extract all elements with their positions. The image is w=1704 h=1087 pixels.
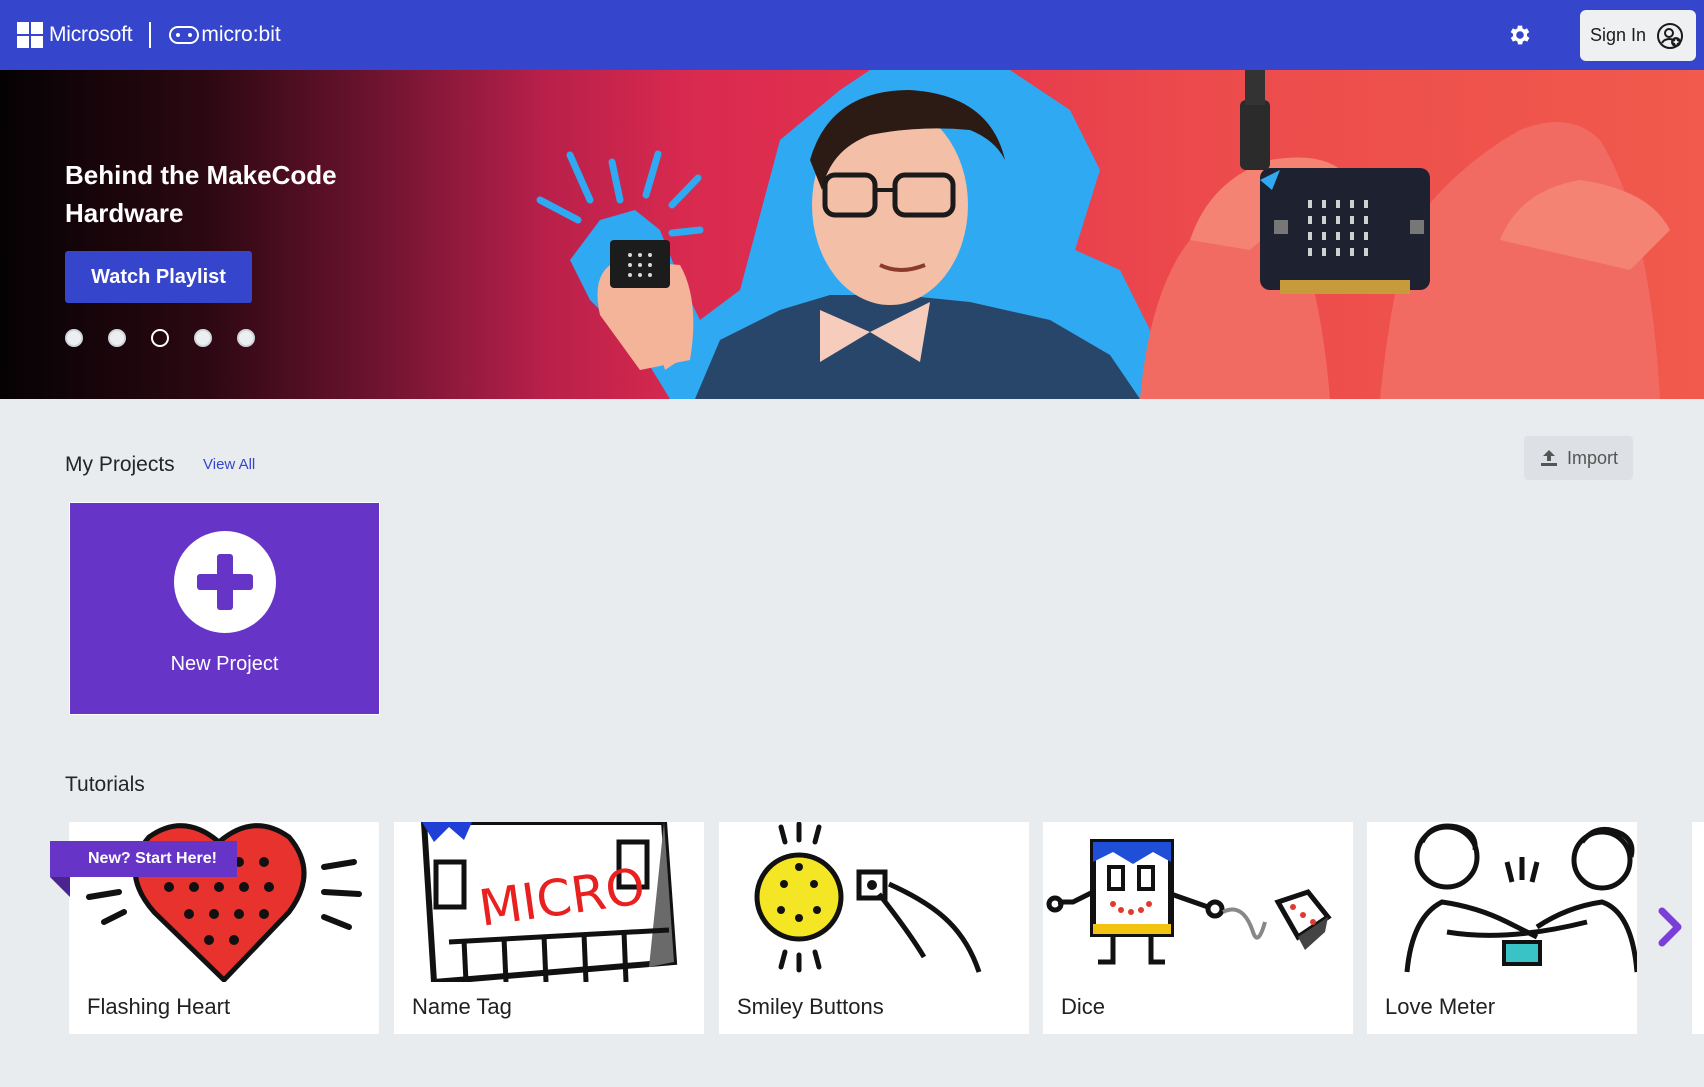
microbit-brand-text: micro:bit — [201, 23, 281, 46]
microsoft-logo[interactable]: Microsoft — [17, 22, 133, 48]
microbit-icon — [169, 26, 200, 44]
microsoft-windows-icon — [17, 22, 43, 48]
tutorial-card-dice[interactable]: Dice — [1043, 822, 1353, 1034]
view-all-link[interactable]: View All — [203, 456, 255, 473]
carousel-dot[interactable] — [108, 329, 126, 347]
tutorial-card-name-tag[interactable]: MICRO Name Tag — [394, 822, 704, 1034]
plus-icon — [196, 554, 253, 610]
settings-button[interactable] — [1505, 20, 1535, 50]
tutorial-name: Name Tag — [412, 994, 512, 1019]
sign-in-button[interactable]: Sign In — [1580, 10, 1696, 61]
new-project-card[interactable]: New Project — [69, 502, 380, 715]
microbit-logo[interactable]: micro:bit — [169, 23, 281, 47]
import-label: Import — [1566, 447, 1618, 468]
tutorials-title: Tutorials — [65, 773, 145, 796]
carousel-dot[interactable] — [65, 329, 83, 347]
tutorial-name: Love Meter — [1385, 994, 1496, 1019]
import-button[interactable]: Import — [1524, 436, 1633, 480]
carousel-dot[interactable] — [194, 329, 212, 347]
dice-robot-drawing — [1046, 839, 1332, 965]
ribbon-fold — [50, 877, 70, 897]
hero-illustration — [536, 70, 1670, 399]
new-start-here-ribbon: New? Start Here! — [50, 841, 237, 877]
carousel-dots — [65, 329, 255, 347]
tutorial-card-smiley-buttons[interactable]: Smiley Buttons — [719, 822, 1029, 1034]
tutorial-carousel: Flashing Heart MICRO Name Tag Smiley But… — [69, 822, 1704, 1034]
micro-nametag-drawing: MICRO — [420, 822, 678, 982]
tutorial-card-love-meter[interactable]: Love Meter — [1367, 822, 1637, 1034]
brand-divider — [149, 22, 152, 48]
user-add-icon — [1657, 22, 1684, 49]
carousel-dot[interactable] — [237, 329, 255, 347]
sign-in-label: Sign In — [1590, 25, 1647, 45]
hero-title: Behind the MakeCode Hardware — [65, 160, 337, 228]
top-bar: Microsoft micro:bit Sign In — [0, 0, 1704, 70]
love-meter-drawing — [1404, 823, 1637, 973]
tutorial-name: Smiley Buttons — [737, 994, 884, 1019]
tutorial-card-peek[interactable] — [1692, 822, 1704, 1034]
tutorial-name: Dice — [1061, 994, 1106, 1019]
tutorial-name: Flashing Heart — [87, 994, 231, 1019]
new-project-label: New Project — [170, 653, 279, 675]
plus-circle — [173, 531, 276, 633]
gear-icon — [1510, 25, 1530, 45]
my-projects-title: My Projects — [65, 453, 175, 476]
microsoft-brand-text: Microsoft — [49, 23, 133, 46]
upload-icon — [1540, 450, 1557, 466]
chevron-right-icon[interactable] — [1656, 905, 1684, 949]
smiley-button-drawing — [754, 822, 982, 973]
carousel-dot-active[interactable] — [151, 329, 169, 347]
watch-playlist-button[interactable]: Watch Playlist — [65, 251, 252, 303]
hero-banner: Behind the MakeCode Hardware Watch Playl… — [0, 70, 1704, 399]
